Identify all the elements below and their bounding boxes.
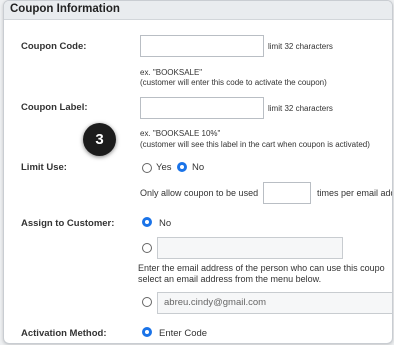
coupon-code-example: ex. "BOOKSALE" — [140, 68, 203, 77]
times-prefix: Only allow coupon to be used — [140, 188, 259, 198]
coupon-code-note: (customer will enter this code to activa… — [140, 78, 327, 87]
assign-no-radio[interactable] — [142, 217, 152, 227]
coupon-code-input[interactable] — [140, 35, 264, 57]
coupon-form-panel: Coupon Information Coupon Code: limit 32… — [3, 0, 393, 344]
section-header: Coupon Information — [4, 1, 392, 20]
step-badge: 3 — [83, 123, 116, 156]
coupon-code-label: Coupon Code: — [21, 41, 87, 52]
coupon-label-note: (customer will see this label in the car… — [140, 140, 370, 149]
limit-use-label: Limit Use: — [21, 162, 67, 173]
coupon-label-example: ex. "BOOKSALE 10%" — [140, 129, 221, 138]
coupon-label-label: Coupon Label: — [21, 102, 88, 113]
coupon-code-limit: limit 32 characters — [268, 42, 333, 51]
email-select-dropdown[interactable]: abreu.cindy@gmail.com — [157, 292, 392, 314]
activation-enter-code-label: Enter Code — [159, 328, 208, 339]
coupon-label-input[interactable] — [140, 97, 264, 119]
activation-enter-code-radio[interactable] — [142, 327, 152, 337]
limit-use-yes-label: Yes — [156, 162, 172, 173]
assign-email-radio[interactable] — [142, 243, 152, 253]
assign-select-radio[interactable] — [142, 297, 152, 307]
assign-email-input[interactable] — [157, 237, 343, 259]
limit-use-no-radio[interactable] — [177, 162, 187, 172]
times-input[interactable] — [263, 182, 311, 204]
limit-use-no-label: No — [192, 162, 205, 173]
assign-help-line1: Enter the email address of the person wh… — [138, 263, 385, 273]
activation-method-label: Activation Method: — [21, 328, 107, 339]
limit-use-yes-radio[interactable] — [142, 163, 152, 173]
times-suffix: times per email add — [317, 188, 393, 198]
section-title: Coupon Information — [10, 3, 120, 15]
assign-customer-label: Assign to Customer: — [21, 218, 115, 229]
assign-no-label: No — [159, 218, 172, 229]
coupon-label-limit: limit 32 characters — [268, 104, 333, 113]
assign-help-line2: select an email address from the menu be… — [138, 274, 322, 284]
